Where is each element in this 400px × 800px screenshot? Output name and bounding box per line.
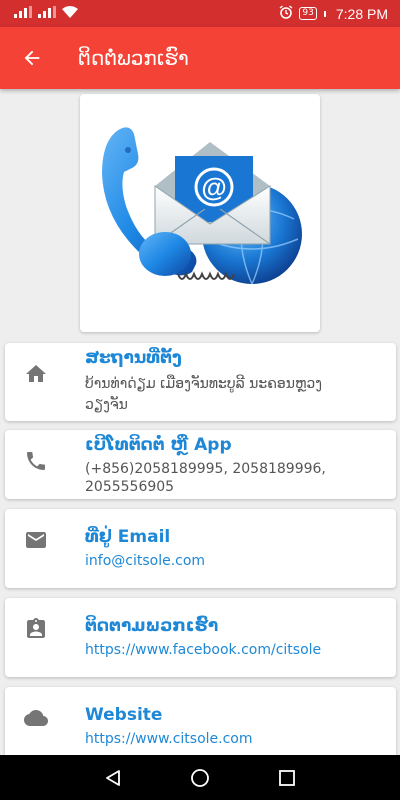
status-time: 7:28 PM bbox=[335, 5, 388, 22]
nav-back-icon bbox=[106, 769, 121, 786]
nav-recents-icon bbox=[278, 769, 295, 786]
nav-home-icon bbox=[191, 768, 209, 787]
battery-level: 93 bbox=[302, 8, 314, 18]
envelope-icon: @ bbox=[154, 142, 271, 245]
location-title: ສະຖານທີ່ຕັ້ງ bbox=[85, 348, 182, 368]
phone-icon bbox=[23, 448, 49, 474]
battery-tip bbox=[323, 10, 326, 17]
contact-badge-icon bbox=[23, 616, 49, 642]
phone-title: ເບີໂທຕິດຕໍ່ ຫຼື App bbox=[85, 435, 232, 455]
facebook-link[interactable]: https://www.facebook.com/citsole bbox=[85, 642, 321, 658]
website-title: Website bbox=[85, 705, 163, 725]
alarm-icon bbox=[279, 4, 293, 23]
follow-card[interactable]: ຕິດຕາມພວກເຮົາ https://www.facebook.com/c… bbox=[5, 598, 396, 677]
page-title: ຕິດຕໍ່ພວກເຮົາ bbox=[78, 46, 189, 70]
mail-icon bbox=[23, 527, 49, 553]
home-icon bbox=[23, 361, 49, 387]
email-link[interactable]: info@citsole.com bbox=[85, 553, 205, 569]
email-title: ທີ່ຢູ່ Email bbox=[85, 527, 171, 547]
system-nav-bar bbox=[0, 755, 400, 800]
website-card[interactable]: Website https://www.citsole.com bbox=[5, 687, 396, 762]
website-link[interactable]: https://www.citsole.com bbox=[85, 731, 253, 747]
nav-back-button[interactable] bbox=[93, 758, 133, 798]
location-card[interactable]: ສະຖານທີ່ຕັ້ງ ບ້ານທ່າດ່ຽມ ເມືອງຈັນທະບູລີ … bbox=[5, 343, 396, 421]
status-bar: 93 7:28 PM bbox=[0, 0, 400, 27]
back-button[interactable] bbox=[20, 46, 44, 70]
location-line-2: ວຽງຈັນ bbox=[85, 397, 128, 413]
phone-line-2: 2055556905 bbox=[85, 479, 175, 495]
phone-line-1: (+856)2058189995, 2058189996, bbox=[85, 461, 326, 477]
status-left bbox=[14, 5, 78, 22]
signal-icon-2 bbox=[38, 5, 56, 22]
email-card[interactable]: ທີ່ຢູ່ Email info@citsole.com bbox=[5, 509, 396, 588]
follow-title: ຕິດຕາມພວກເຮົາ bbox=[85, 616, 219, 636]
phone-base-icon bbox=[139, 232, 191, 276]
nav-home-button[interactable] bbox=[180, 758, 220, 798]
nav-recents-button[interactable] bbox=[267, 758, 307, 798]
contact-illustration: @ bbox=[102, 127, 302, 285]
contact-illustration-card: @ bbox=[80, 94, 320, 332]
signal-icon bbox=[14, 5, 32, 22]
battery-icon: 93 bbox=[299, 7, 317, 20]
location-line-1: ບ້ານທ່າດ່ຽມ ເມືອງຈັນທະບູລີ ນະຄອນຫຼວງ bbox=[85, 376, 323, 392]
email-at-symbol: @ bbox=[201, 172, 226, 202]
app-bar: ຕິດຕໍ່ພວກເຮົາ bbox=[0, 27, 400, 89]
phone-card[interactable]: ເບີໂທຕິດຕໍ່ ຫຼື App (+856)2058189995, 20… bbox=[5, 430, 396, 499]
arrow-back-icon bbox=[24, 50, 40, 66]
status-right: 93 7:28 PM bbox=[279, 4, 388, 23]
cord bbox=[177, 271, 235, 280]
wifi-icon bbox=[62, 5, 78, 22]
cloud-icon bbox=[23, 705, 49, 731]
